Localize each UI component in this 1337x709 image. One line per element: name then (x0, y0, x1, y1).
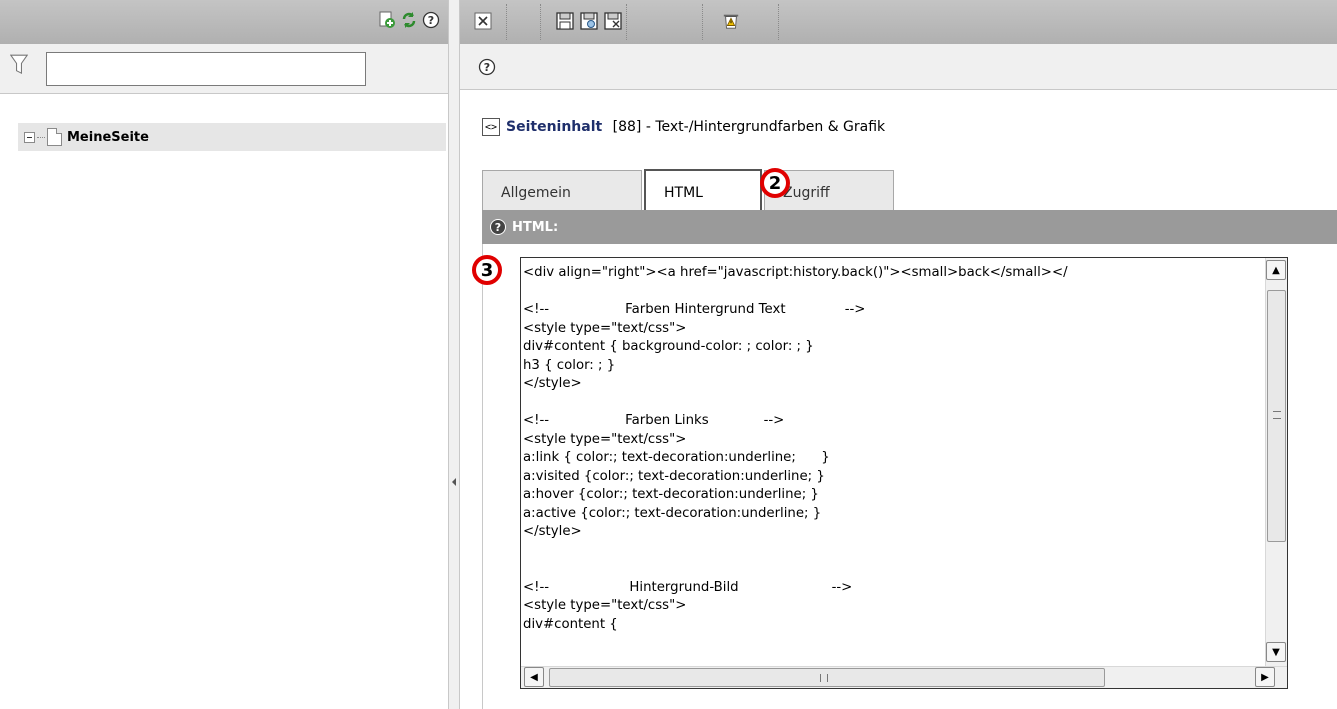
save-icon[interactable] (556, 12, 574, 30)
code-line: div#content { (523, 616, 618, 632)
page-title: <> Seiteninhalt [88] - Text-/Hintergrund… (482, 118, 885, 136)
svg-text:?: ? (428, 14, 434, 27)
code-line: a:active {color:; text-decoration:underl… (523, 505, 822, 521)
html-content-icon: <> (482, 118, 500, 136)
code-line: </style> (523, 524, 582, 539)
horizontal-scroll-thumb[interactable] (549, 668, 1105, 687)
content-title-rest: [88] - Text-/Hintergrundfarben & Grafik (608, 119, 886, 135)
vertical-scroll-thumb[interactable] (1267, 290, 1286, 542)
collapse-toggle-icon[interactable] (24, 131, 35, 143)
close-icon[interactable] (474, 12, 492, 30)
code-line: <style type="text/css"> (523, 598, 687, 613)
svg-text:?: ? (484, 61, 490, 74)
toolbar-separator (702, 4, 703, 40)
tree-connector (37, 136, 45, 138)
save-view-icon[interactable] (580, 12, 598, 30)
code-content[interactable]: <div align="right"><a href="javascript:h… (523, 260, 1283, 668)
tab-allgemein[interactable]: Allgemein (482, 170, 642, 210)
code-line: a:visited {color:; text-decoration:under… (523, 468, 825, 484)
tab-label: Allgemein (501, 185, 571, 201)
scroll-up-button[interactable]: ▲ (1266, 260, 1286, 280)
refresh-icon[interactable] (400, 11, 418, 29)
toolbar-separator (626, 4, 627, 40)
code-line: <style type="text/css"> (523, 431, 687, 447)
panel-splitter[interactable] (448, 0, 460, 709)
new-page-icon[interactable] (378, 11, 396, 29)
annotation-marker-3: 3 (472, 255, 502, 285)
page-tree-toolbar: ? (0, 0, 448, 44)
grip-icon (1273, 411, 1281, 419)
code-line: <div align="right"><a href="javascript:h… (523, 265, 1068, 280)
content-type-label: Seiteninhalt (506, 119, 603, 135)
section-header: ? HTML: (482, 210, 1337, 244)
horizontal-scrollbar[interactable]: ◀ ▶ (521, 666, 1287, 688)
code-line: <!-- Farben Links --> (523, 413, 785, 428)
page-icon (47, 128, 62, 146)
vertical-scrollbar[interactable]: ▲ ▼ (1265, 258, 1287, 666)
tree-item-label[interactable]: MeineSeite (67, 130, 149, 145)
code-line: <style type="text/css"> (523, 320, 687, 336)
code-line: a:link { color:; text-decoration:underli… (523, 450, 830, 465)
section-label: HTML: (512, 219, 559, 235)
code-line: div#content { background-color: ; color:… (523, 339, 814, 354)
help-bar: ? (460, 44, 1337, 90)
scroll-down-button[interactable]: ▼ (1266, 642, 1286, 662)
tab-label: HTML (664, 185, 703, 201)
app-root: ? MeineSeite ? <> Seiteninhalt [88] - Te… (0, 0, 1337, 709)
page-tree-panel: ? MeineSeite (0, 0, 448, 709)
toolbar-separator (778, 4, 779, 40)
editor-toolbar (460, 0, 1337, 44)
help-icon[interactable]: ? (422, 11, 440, 29)
filter-input[interactable] (46, 52, 366, 86)
marker-number: 2 (768, 172, 782, 194)
code-line: </style> (523, 376, 582, 391)
save-close-icon[interactable] (604, 12, 622, 30)
collapse-arrow-icon[interactable] (452, 478, 456, 486)
marker-number: 3 (480, 259, 494, 281)
tab-html[interactable]: HTML (644, 169, 762, 210)
code-line: <!-- Hintergrund-Bild --> (523, 579, 853, 595)
tab-bar: Allgemein HTML Zugriff (482, 169, 896, 210)
html-code-textarea[interactable]: <div align="right"><a href="javascript:h… (520, 257, 1288, 689)
help-icon[interactable]: ? (490, 219, 506, 235)
code-line: a:hover {color:; text-decoration:underli… (523, 487, 819, 502)
code-line: <!-- Farben Hintergrund Text --> (523, 302, 866, 317)
filter-icon (10, 54, 28, 75)
toolbar-separator (540, 4, 541, 40)
tab-label: Zugriff (783, 185, 830, 201)
delete-icon[interactable] (722, 12, 740, 30)
tree-item-root[interactable]: MeineSeite (18, 123, 446, 151)
annotation-marker-2: 2 (760, 168, 790, 198)
toolbar-separator (506, 4, 507, 40)
scroll-left-button[interactable]: ◀ (524, 667, 544, 687)
scroll-right-button[interactable]: ▶ (1255, 667, 1275, 687)
code-line: h3 { color: ; } (523, 357, 616, 373)
grip-icon (820, 674, 828, 682)
help-icon[interactable]: ? (478, 58, 496, 76)
